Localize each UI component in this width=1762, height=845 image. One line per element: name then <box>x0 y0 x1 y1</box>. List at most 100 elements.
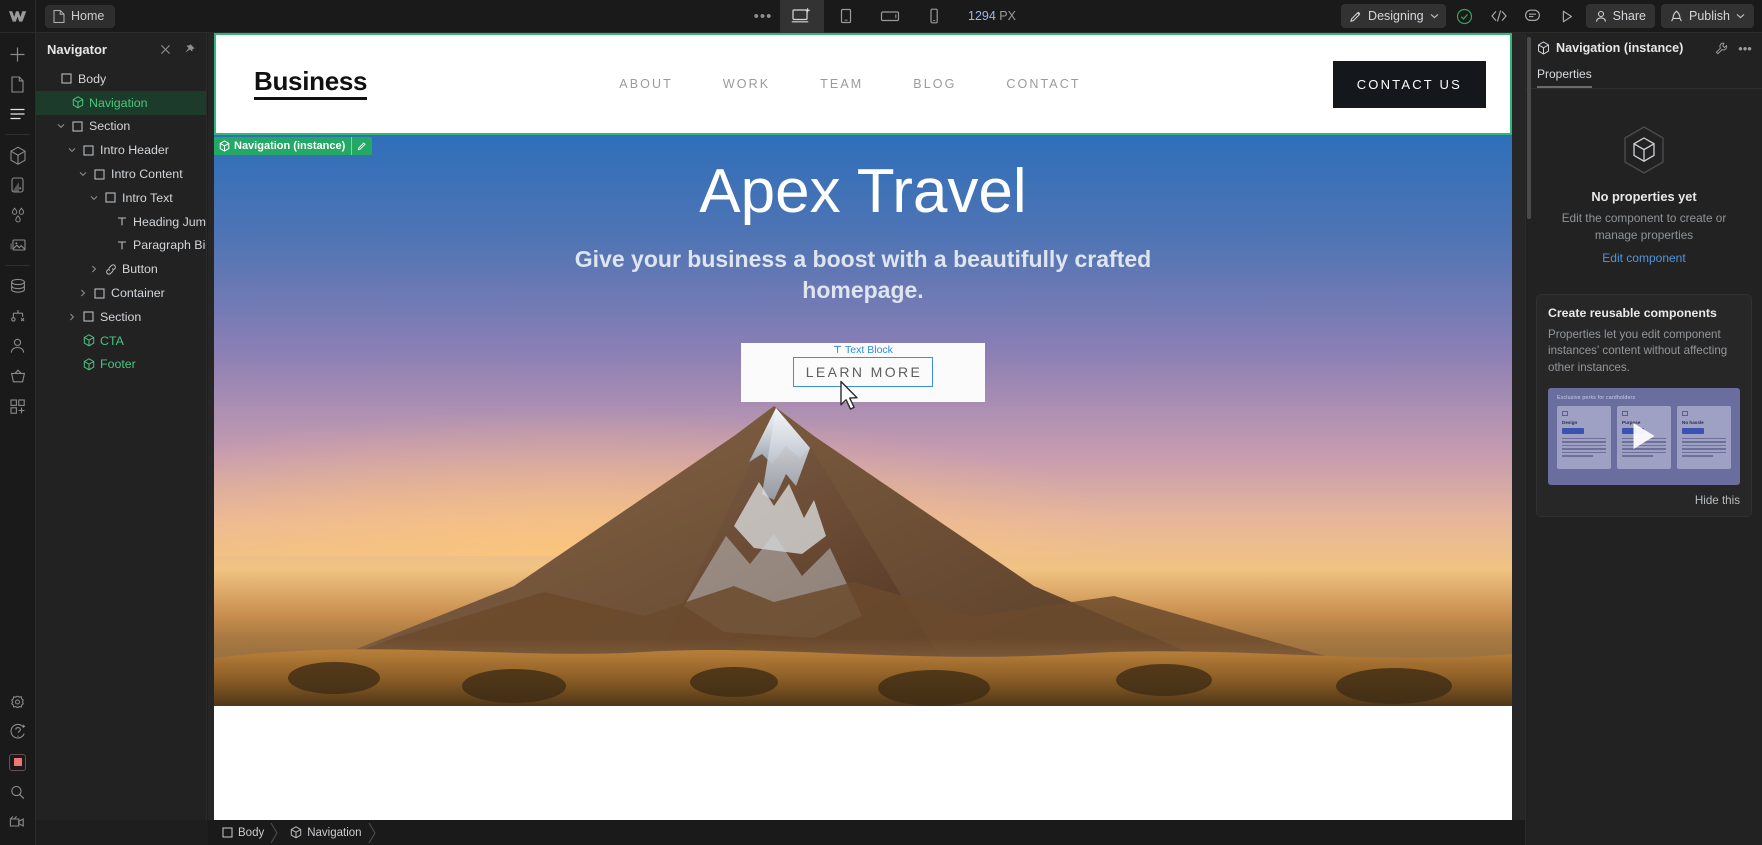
layer-row-body[interactable]: Body <box>36 67 206 91</box>
navigator-title: Navigator <box>47 41 107 57</box>
share-button[interactable]: Share <box>1585 4 1655 28</box>
variables-droplets-icon[interactable] <box>0 200 36 230</box>
publish-button[interactable]: Publish <box>1661 4 1754 28</box>
layer-label: Section <box>89 119 131 134</box>
properties-header: Navigation (instance) ••• <box>1526 33 1762 63</box>
component-icon <box>82 358 95 371</box>
add-elements-plus-icon[interactable] <box>0 39 36 69</box>
help-circle-icon[interactable] <box>0 717 36 747</box>
rail-divider <box>5 265 30 266</box>
chevron-down-icon[interactable] <box>55 123 66 129</box>
assets-image-icon[interactable] <box>0 230 36 260</box>
site-nav-link-blog[interactable]: BLOG <box>888 77 981 91</box>
layer-row-button[interactable]: Button <box>36 257 206 281</box>
layer-row-intro-text[interactable]: Intro Text <box>36 186 206 210</box>
pin-icon[interactable] <box>180 40 198 58</box>
site-nav-links: ABOUT WORK TEAM BLOG CONTACT <box>594 77 1105 91</box>
mode-selector[interactable]: Designing <box>1341 4 1446 28</box>
layer-row-section[interactable]: Section <box>36 305 206 329</box>
logic-flow-icon[interactable] <box>0 301 36 331</box>
layer-row-cta[interactable]: CTA <box>36 329 206 353</box>
site-nav-link-team[interactable]: TEAM <box>795 77 888 91</box>
hero-content: Apex Travel Give your business a boost w… <box>214 135 1512 410</box>
promo-mini-card: No hassle <box>1677 405 1731 469</box>
box-icon <box>82 311 95 322</box>
layer-row-footer[interactable]: Footer <box>36 353 206 377</box>
layer-label: Container <box>111 286 165 301</box>
breadcrumb-item-body[interactable]: Body <box>214 820 270 845</box>
breakpoint-desktop[interactable] <box>780 0 825 33</box>
page-icon <box>53 9 65 23</box>
breakpoint-mobile-landscape[interactable] <box>868 0 912 33</box>
layer-row-heading-jumbo[interactable]: Heading Jumbo <box>36 210 206 234</box>
site-brand[interactable]: Business <box>254 68 368 100</box>
breakpoint-mobile-portrait[interactable] <box>912 0 956 33</box>
apps-grid-icon[interactable] <box>0 391 36 421</box>
users-icon[interactable] <box>0 331 36 361</box>
layer-row-navigation[interactable]: Navigation <box>36 90 206 115</box>
record-square-icon[interactable] <box>0 747 36 777</box>
webflow-logo-icon[interactable] <box>0 0 36 33</box>
breadcrumb-label: Navigation <box>307 826 362 839</box>
site-nav-link-work[interactable]: WORK <box>698 77 795 91</box>
play-icon[interactable] <box>1633 423 1655 450</box>
site-cta-button[interactable]: CONTACT US <box>1332 60 1486 108</box>
style-swatch-icon[interactable] <box>0 170 36 200</box>
promo-body: Properties let you edit component instan… <box>1548 327 1728 375</box>
promo-video-thumbnail[interactable]: Exclusive perks for cardholders Design Pu… <box>1548 387 1740 485</box>
site-nav-link-about[interactable]: ABOUT <box>594 77 698 91</box>
save-status-icon[interactable] <box>1450 1 1480 31</box>
webflow-designer: Home ••• 1294 PX Designing Share Publish… <box>0 0 1762 845</box>
comment-icon[interactable] <box>1518 1 1548 31</box>
layer-row-container[interactable]: Container <box>36 281 206 305</box>
site-navbar[interactable]: Business ABOUT WORK TEAM BLOG CONTACT CONTAC… <box>214 33 1512 155</box>
viewport-width-value: 1294 <box>968 9 996 23</box>
layer-row-section[interactable]: Section <box>36 115 206 139</box>
code-brackets-icon[interactable] <box>1484 1 1514 31</box>
mini-card-text-lines <box>1682 437 1726 457</box>
gear-icon[interactable] <box>0 687 36 717</box>
viewport-unit: PX <box>999 9 1016 23</box>
ecommerce-basket-icon[interactable] <box>0 361 36 391</box>
tab-properties[interactable]: Properties <box>1537 67 1592 88</box>
layer-row-paragraph-big[interactable]: Paragraph Big... <box>36 234 206 258</box>
page-selector-chip[interactable]: Home <box>45 4 116 28</box>
chevron-down-icon[interactable] <box>88 195 99 201</box>
preview-play-icon[interactable] <box>1552 1 1582 31</box>
hero-heading[interactable]: Apex Travel <box>214 157 1512 226</box>
chevron-right-icon[interactable] <box>66 313 77 321</box>
chevron-right-icon[interactable] <box>77 289 88 297</box>
edit-component-link[interactable]: Edit component <box>1602 251 1685 265</box>
layer-label: Section <box>100 309 142 324</box>
more-dots-icon[interactable]: ••• <box>1736 39 1754 57</box>
breakpoint-tablet[interactable] <box>824 0 868 33</box>
cms-database-icon[interactable] <box>0 271 36 301</box>
hero-subheading[interactable]: Give your business a boost with a beauti… <box>513 244 1213 306</box>
video-camera-icon[interactable] <box>0 807 36 837</box>
panel-scrollbar[interactable] <box>1527 37 1531 219</box>
brush-icon <box>1349 10 1362 23</box>
pencil-icon[interactable] <box>351 137 372 155</box>
hide-promo-link[interactable]: Hide this <box>1548 494 1740 507</box>
layer-label: Paragraph Big... <box>133 238 206 253</box>
more-dots-icon[interactable]: ••• <box>746 0 780 33</box>
layer-row-intro-header[interactable]: Intro Header <box>36 138 206 162</box>
learn-more-selection-wrapper[interactable]: Text Block LEARN MORE <box>740 342 986 410</box>
wrench-icon[interactable] <box>1712 39 1730 57</box>
layer-row-intro-content[interactable]: Intro Content <box>36 162 206 186</box>
chevron-right-icon[interactable] <box>88 265 99 273</box>
mini-card-icon <box>1562 410 1568 416</box>
site-nav-link-contact[interactable]: CONTACT <box>981 77 1105 91</box>
pages-icon[interactable] <box>0 69 36 99</box>
component-instance-badge[interactable]: Navigation (instance) <box>214 137 373 155</box>
breadcrumb-item-navigation[interactable]: Navigation <box>282 820 367 845</box>
box-icon <box>71 121 84 132</box>
breadcrumb-separator <box>368 820 380 845</box>
close-icon[interactable] <box>156 40 174 58</box>
search-icon[interactable] <box>0 777 36 807</box>
navigator-icon[interactable] <box>0 99 36 129</box>
promo-video-caption: Exclusive perks for cardholders <box>1557 394 1636 401</box>
chevron-down-icon[interactable] <box>66 147 77 153</box>
components-cube-icon[interactable] <box>0 140 36 170</box>
chevron-down-icon[interactable] <box>77 171 88 177</box>
